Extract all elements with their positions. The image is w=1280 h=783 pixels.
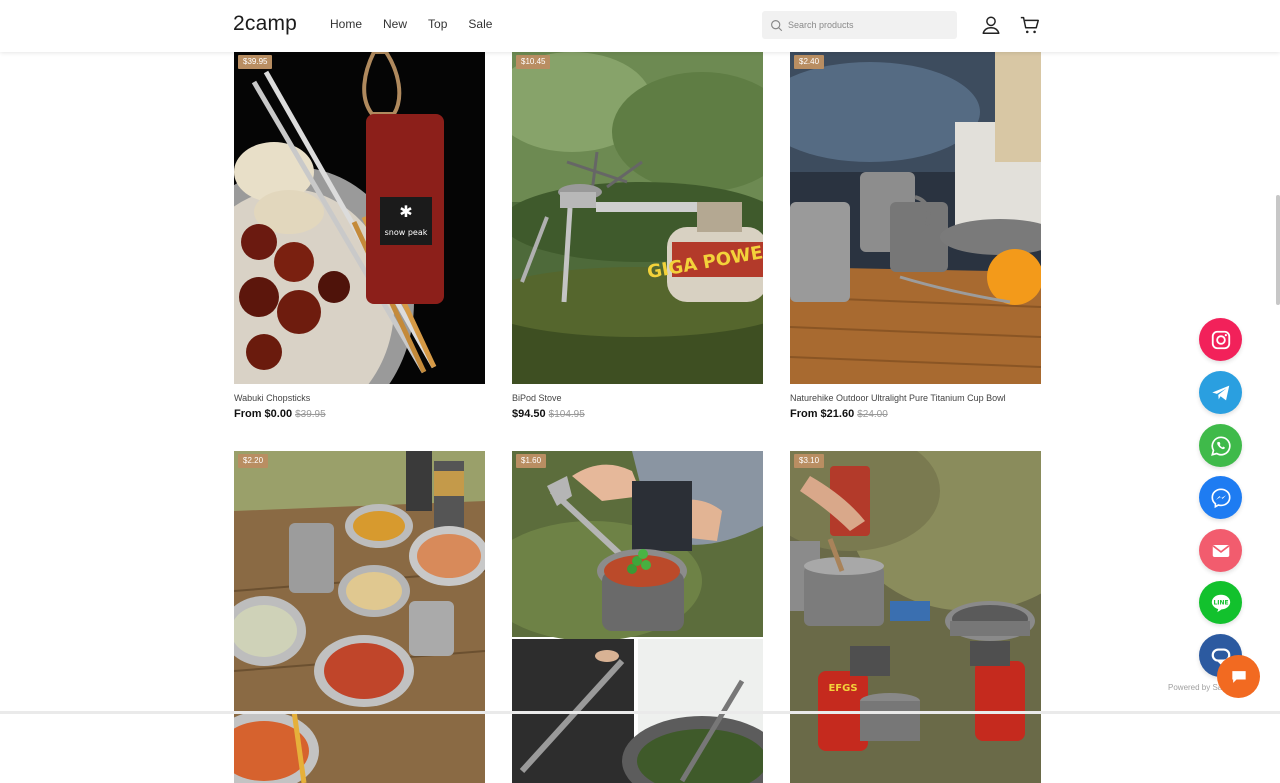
line-icon: LINE — [1211, 594, 1230, 612]
messenger-button[interactable] — [1199, 476, 1242, 519]
nav-top[interactable]: Top — [428, 17, 447, 31]
telegram-icon — [1211, 385, 1229, 400]
current-price: From $21.60 — [790, 408, 855, 420]
cup-bowl-photo — [790, 52, 1041, 384]
instagram-button[interactable] — [1199, 318, 1242, 361]
whatsapp-button[interactable] — [1199, 424, 1242, 467]
original-price: $104.95 — [548, 409, 585, 420]
product-name[interactable]: Naturehike Outdoor Ultralight Pure Titan… — [790, 393, 1041, 403]
product-card[interactable]: $3.10 EFGS — [790, 451, 1041, 783]
search-box[interactable] — [762, 11, 957, 39]
product-card[interactable]: $39.95 ✱ snow peak Wabuki Chopsticks Fro… — [234, 52, 485, 420]
line-button[interactable]: LINE — [1199, 581, 1242, 624]
nav-sale[interactable]: Sale — [468, 17, 492, 31]
telegram-button[interactable] — [1199, 371, 1242, 414]
email-button[interactable] — [1199, 529, 1242, 572]
pot-burner-photo: EFGS — [790, 451, 1041, 783]
price-badge: $39.95 — [238, 55, 273, 69]
product-price: From $0.00 $39.95 — [234, 408, 485, 420]
product-card[interactable]: $1.60 — [512, 451, 763, 783]
page-scrollbar[interactable] — [1276, 195, 1280, 305]
snow-peak-label: snow peak — [385, 228, 428, 237]
svg-text:✱: ✱ — [399, 202, 412, 221]
nav-new[interactable]: New — [383, 17, 407, 31]
product-image[interactable]: $39.95 ✱ snow peak — [234, 52, 485, 384]
messenger-icon — [1210, 487, 1231, 508]
spork-photo — [512, 451, 763, 783]
camp-meal-photo — [234, 451, 485, 783]
original-price: $39.95 — [295, 409, 326, 420]
original-price: $24.00 — [857, 409, 888, 420]
price-badge: $3.10 — [794, 454, 825, 468]
current-price: $94.50 — [512, 408, 546, 420]
site-header: 2camp Home New Top Sale — [0, 0, 1280, 52]
site-logo[interactable]: 2camp — [233, 12, 297, 36]
nav-home[interactable]: Home — [330, 17, 362, 31]
product-image[interactable]: $1.60 — [512, 451, 763, 783]
whatsapp-icon — [1210, 435, 1231, 456]
account-icon[interactable] — [980, 14, 1002, 36]
price-badge: $2.20 — [238, 454, 269, 468]
product-name[interactable]: BiPod Stove — [512, 393, 763, 403]
price-badge: $1.60 — [516, 454, 547, 468]
product-name[interactable]: Wabuki Chopsticks — [234, 393, 485, 403]
product-price: $94.50 $104.95 — [512, 408, 763, 420]
product-image[interactable]: $2.20 — [234, 451, 485, 783]
efgs-label: EFGS — [828, 683, 857, 694]
product-card[interactable]: $2.20 — [234, 451, 485, 783]
product-price: From $21.60 $24.00 — [790, 408, 1041, 420]
product-card[interactable]: $2.40 Naturehike Outdoor Ultralight Pure… — [790, 52, 1041, 420]
message-icon — [1231, 670, 1246, 683]
chopsticks-photo: ✱ snow peak — [234, 52, 485, 384]
live-chat-button[interactable] — [1217, 655, 1260, 698]
search-input[interactable] — [788, 20, 948, 30]
product-image[interactable]: $3.10 EFGS — [790, 451, 1041, 783]
product-image[interactable]: $10.45 GIGA POWER — [512, 52, 763, 384]
instagram-icon — [1211, 330, 1230, 349]
product-image[interactable]: $2.40 — [790, 52, 1041, 384]
price-badge: $10.45 — [516, 55, 551, 69]
email-icon — [1212, 544, 1229, 557]
cart-icon[interactable] — [1019, 14, 1041, 36]
main-nav: Home New Top Sale — [330, 17, 513, 31]
product-card[interactable]: $10.45 GIGA POWER BiPod Stove $94.50 $10… — [512, 52, 763, 420]
current-price: From $0.00 — [234, 408, 293, 420]
price-badge: $2.40 — [794, 55, 825, 69]
line-label: LINE — [1213, 599, 1228, 606]
search-icon — [771, 19, 783, 31]
stove-photo: GIGA POWER — [512, 52, 763, 384]
